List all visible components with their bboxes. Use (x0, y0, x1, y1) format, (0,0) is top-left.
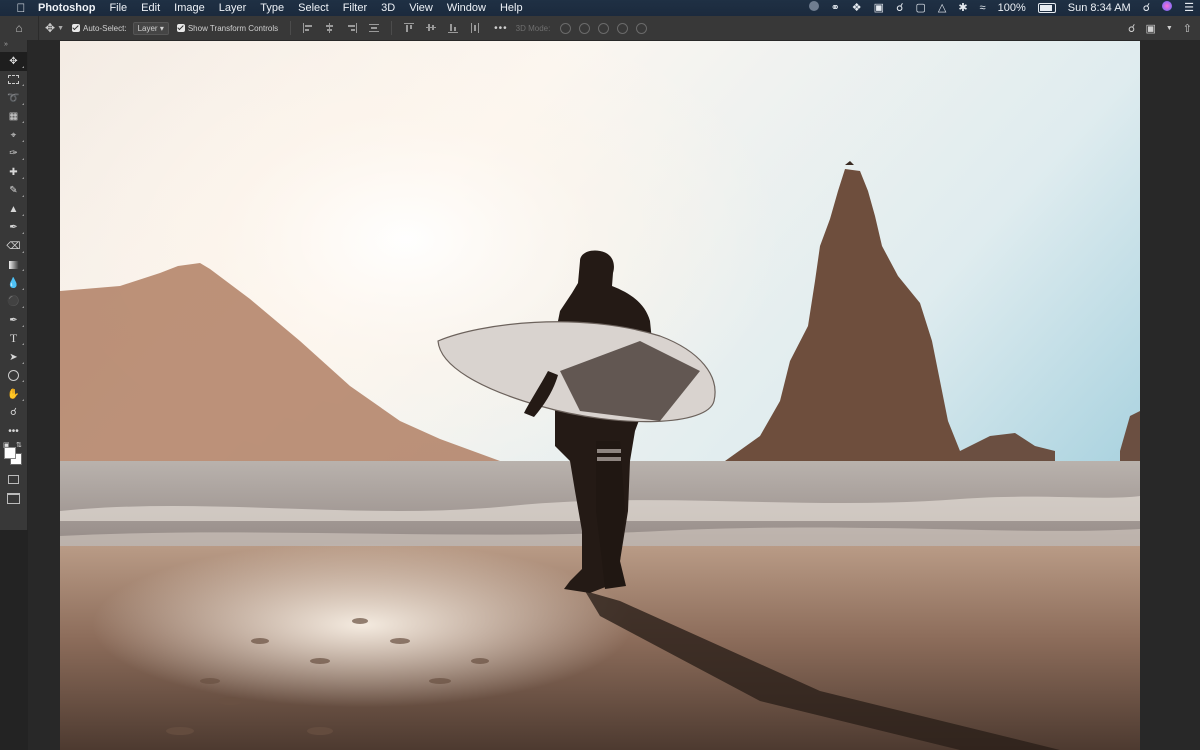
creative-cloud-icon[interactable]: ⚭ (831, 0, 840, 16)
object-select-tool-icon[interactable]: ▦ (0, 108, 27, 127)
bluetooth-icon[interactable]: ✱ (958, 0, 967, 16)
workspace-chevron-down-icon[interactable]: ▼ (1166, 25, 1173, 32)
menu-view[interactable]: View (409, 2, 433, 14)
3d-pan-icon[interactable] (598, 22, 610, 34)
search-icon[interactable]: ☌ (1143, 0, 1150, 16)
menu-file[interactable]: File (109, 2, 127, 14)
3d-roll-icon[interactable] (579, 22, 591, 34)
crop-tool-icon[interactable]: ⌖ (0, 126, 27, 145)
auto-select-label: Auto-Select: (83, 23, 127, 33)
eraser-tool-icon[interactable]: ⌫ (0, 237, 27, 256)
photo-surfer-beach[interactable] (60, 41, 1140, 750)
marquee-tool-icon[interactable] (0, 71, 27, 90)
menu-layer[interactable]: Layer (219, 2, 247, 14)
share-icon[interactable]: ⇧ (1183, 22, 1192, 35)
type-tool-icon[interactable]: T (0, 330, 27, 349)
align-top-icon[interactable] (404, 23, 415, 33)
quick-mask-icon[interactable] (0, 471, 27, 490)
siri-icon[interactable] (1162, 0, 1173, 16)
more-options-icon[interactable]: ••• (494, 23, 508, 34)
lasso-tool-icon[interactable]: ➰ (0, 89, 27, 108)
show-transform-label: Show Transform Controls (187, 23, 279, 33)
collapse-panel-icon[interactable]: » (0, 40, 27, 52)
zoom-tool-icon[interactable]: ☌ (0, 404, 27, 423)
workspace-icon[interactable]: ▣ (1145, 22, 1155, 35)
menu-help[interactable]: Help (500, 2, 523, 14)
menu-edit[interactable]: Edit (141, 2, 160, 14)
shape-tool-icon[interactable] (0, 367, 27, 386)
eyedropper-tool-icon[interactable]: ✑ (0, 145, 27, 164)
color-swatches: ▣ ⇅ (0, 441, 27, 471)
foreground-color-swatch[interactable] (4, 446, 16, 459)
path-selection-tool-icon[interactable]: ➤ (0, 348, 27, 367)
auto-select-dropdown[interactable]: Layer ▾ (132, 21, 169, 35)
menu-3d[interactable]: 3D (381, 2, 395, 14)
menu-window[interactable]: Window (447, 2, 486, 14)
align-left-icon[interactable] (303, 23, 313, 33)
window-icon[interactable]: ▣ (874, 0, 884, 16)
distribute-vertical-icon[interactable] (470, 23, 480, 33)
screen-icon[interactable]: ▢ (915, 0, 925, 16)
dropbox-icon[interactable]: ❖ (852, 0, 862, 16)
airplay-icon[interactable]: △ (938, 0, 946, 16)
align-vertical-center-icon[interactable] (426, 23, 437, 33)
app-menu[interactable]: Photoshop (38, 2, 95, 14)
align-bottom-icon[interactable] (448, 23, 459, 33)
3d-mode-label: 3D Mode: (515, 23, 551, 33)
menu-image[interactable]: Image (174, 2, 205, 14)
blur-tool-icon[interactable]: 💧 (0, 274, 27, 293)
menu-filter[interactable]: Filter (343, 2, 367, 14)
options-bar: ⌂ ✥ ▼ Auto-Select: Layer ▾ Show Transfor… (0, 16, 1200, 41)
align-horizontal-center-icon[interactable] (325, 23, 335, 33)
menu-select[interactable]: Select (298, 2, 329, 14)
history-brush-tool-icon[interactable]: ✒ (0, 219, 27, 238)
divider (290, 21, 292, 35)
search-icon[interactable]: ☌ (1128, 22, 1135, 35)
auto-select-value: Layer (137, 23, 158, 33)
move-tool-icon[interactable]: ✥ (0, 52, 27, 71)
gradient-tool-icon[interactable] (0, 256, 27, 275)
clock[interactable]: Sun 8:34 AM (1068, 2, 1131, 14)
clone-stamp-tool-icon[interactable]: ▲ (0, 200, 27, 219)
auto-select-checkbox[interactable] (72, 24, 80, 32)
brush-tool-icon[interactable]: ✎ (0, 182, 27, 201)
battery-percent: 100% (997, 2, 1026, 14)
menu-bar:  Photoshop File Edit Image Layer Type S… (0, 0, 1200, 16)
3d-camera-icon[interactable] (636, 22, 648, 34)
3d-orbit-icon[interactable] (560, 22, 572, 34)
move-tool-icon[interactable]: ✥ (45, 21, 55, 35)
apple-icon[interactable]:  (12, 1, 30, 15)
document-canvas[interactable] (28, 40, 1200, 750)
swap-colors-icon[interactable]: ⇅ (16, 441, 22, 449)
notification-center-icon[interactable]: ☰ (1184, 0, 1194, 16)
3d-slide-icon[interactable] (617, 22, 629, 34)
divider (391, 21, 393, 35)
spotlight-app-icon[interactable]: ☌ (896, 0, 903, 16)
hand-tool-icon[interactable]: ✋ (0, 385, 27, 404)
battery-icon[interactable] (1037, 0, 1056, 16)
status-dot-icon[interactable] (808, 0, 819, 16)
wifi-icon[interactable]: ≈ (980, 0, 986, 16)
align-right-icon[interactable] (347, 23, 358, 33)
tools-panel: » ✥ ➰ ▦ ⌖ ✑ ✚ ✎ ▲ ✒ ⌫ 💧 ⚫ ✒ T ➤ ✋ ☌ ••• … (0, 40, 28, 530)
menu-type[interactable]: Type (260, 2, 284, 14)
show-transform-checkbox[interactable] (176, 24, 185, 32)
pen-tool-icon[interactable]: ✒ (0, 311, 27, 330)
healing-brush-tool-icon[interactable]: ✚ (0, 163, 27, 182)
tool-preset-chevron-down-icon[interactable]: ▼ (57, 25, 64, 32)
edit-toolbar-icon[interactable]: ••• (0, 422, 27, 441)
distribute-icon[interactable] (369, 23, 380, 33)
screen-mode-icon[interactable] (0, 489, 27, 508)
dodge-tool-icon[interactable]: ⚫ (0, 293, 27, 312)
home-icon[interactable]: ⌂ (0, 16, 39, 40)
